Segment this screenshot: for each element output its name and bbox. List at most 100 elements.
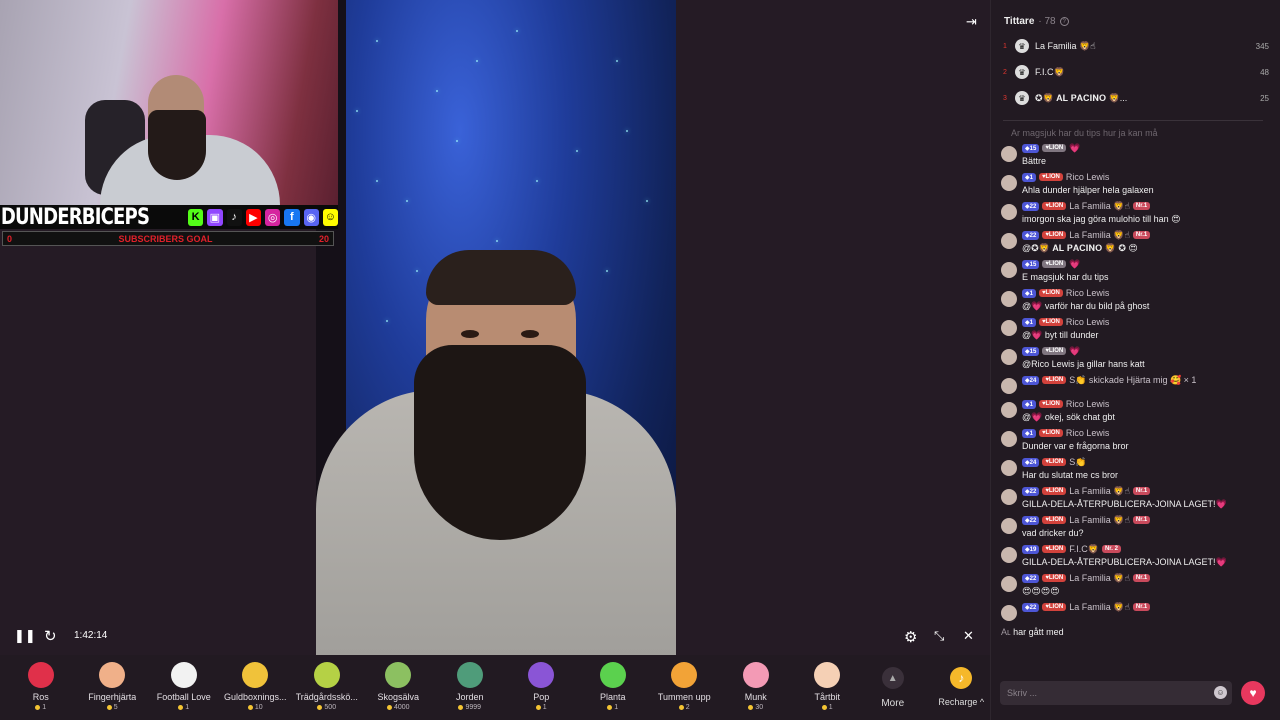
chat-messages: ◆15 ♥LION 💗 Bättre ◆1 ♥LION Rico Lewis Ahla dun… <box>991 142 1280 621</box>
chat-message[interactable]: ◆1 ♥LION Rico Lewis Ahla dunder hjälper hel… <box>991 171 1280 196</box>
gift-item[interactable]: Fingerhjärta 5 <box>77 659 149 720</box>
chat-message[interactable]: ◆22 ♥LION La Familia 🦁☝ Nr.1 vad dricker du? <box>991 514 1280 539</box>
chat-message[interactable]: ◆1 ♥LION Rico Lewis Dunder var e frågorna b… <box>991 427 1280 452</box>
chat-message[interactable]: ◆22 ♥LION La Familia 🦁☝ Nr.1 GILLA-DELA-ÅTER… <box>991 485 1280 510</box>
chat-message[interactable]: ◆15 ♥LION 💗 E magsjuk har du tips <box>991 258 1280 283</box>
streamer-figure <box>316 250 676 655</box>
gift-item[interactable]: Pop 1 <box>506 659 578 720</box>
top-viewer-row[interactable]: 2 ♛ F.I.C🦁 48 <box>1003 62 1269 82</box>
gift-item[interactable]: Tummen upp 2 <box>649 659 721 720</box>
minimize-icon[interactable]: ⤡ <box>934 628 944 644</box>
gift-name: Ros <box>32 692 49 702</box>
coin-icon <box>678 705 684 710</box>
gift-price: 1 <box>178 704 189 711</box>
gift-item[interactable]: Trädgårdsskö... 500 <box>291 659 363 720</box>
coin-icon <box>247 705 253 710</box>
emoji-icon[interactable]: ☺ <box>1214 686 1227 699</box>
avatar: ♛ <box>1015 65 1029 79</box>
message-body: ◆19 ♥LION F.I.C🦁 Nr. 2 GILLA-DELA-ÅTERPUBLIC… <box>1022 543 1227 568</box>
chat-message[interactable]: ◆1 ♥LION Rico Lewis @💗 byt till dunder <box>991 316 1280 341</box>
streamer-hair <box>426 250 576 305</box>
message-text: GILLA-DELA-ÅTERPUBLICERA-JOINA LAGET!💗 <box>1022 499 1227 509</box>
message-meta: ◆1 ♥LION Rico Lewis <box>1022 398 1115 410</box>
chat-message[interactable]: ◆19 ♥LION F.I.C🦁 Nr. 2 GILLA-DELA-ÅTERPUBLIC… <box>991 543 1280 568</box>
twitch-icon: ▣ <box>207 208 223 226</box>
chat-message[interactable]: ◆22 ♥LION La Familia 🦁☝ Nr.1 @✪🦁 𝐀𝐋 𝐏𝐀𝐂𝐈𝐍𝐎 🦁… <box>991 229 1280 254</box>
coin-icon <box>535 705 541 710</box>
message-body: ◆1 ♥LION Rico Lewis Ahla dunder hjälper hel… <box>1022 171 1154 196</box>
chat-username: La Familia 🦁☝ <box>1069 572 1130 583</box>
avatar <box>1001 378 1017 394</box>
recharge-button[interactable]: ♪ Recharge ^ <box>932 659 990 720</box>
gift-price: 5 <box>106 704 118 711</box>
gift-price-value: 5 <box>113 704 118 711</box>
settings-icon[interactable]: ⚙ <box>904 628 917 646</box>
chat-message[interactable]: ◆15 ♥LION 💗 Bättre <box>991 142 1280 167</box>
rank-number: 3 <box>1003 94 1007 102</box>
message-body: ◆15 ♥LION 💗 E magsjuk har du tips <box>1022 258 1109 283</box>
top-viewer-row[interactable]: 1 ♛ La Familia 🦁☝ 345 <box>1003 36 1269 56</box>
message-meta: ◆19 ♥LION F.I.C🦁 Nr. 2 <box>1022 543 1227 555</box>
chat-message[interactable]: ◆24 ♥LION S👏 Har du slutat me cs bror <box>991 456 1280 481</box>
earth-icon <box>456 662 483 688</box>
chat-message[interactable]: ◆22 ♥LION La Familia 🦁☝ Nr.1 😍😍😍😍 <box>991 572 1280 597</box>
chat-username: S👏 skickade Hjärta mig 🥰 × 1 <box>1069 374 1197 385</box>
gift-list: Ros 1 Fingerhjärta 5 Football Love 1 Guldboxni… <box>5 659 863 720</box>
coin-icon <box>178 705 184 710</box>
more-gifts-button[interactable]: ▲ More <box>863 659 922 720</box>
gift-item[interactable]: Planta 1 <box>577 659 649 720</box>
message-body: ◆22 ♥LION La Familia 🦁☝ Nr.1 @✪🦁 𝐀𝐋 𝐏𝐀𝐂𝐈𝐍𝐎 🦁… <box>1022 229 1151 254</box>
top-viewer-row[interactable]: 3 ♛ ✪🦁 𝐀𝐋 𝐏𝐀𝐂𝐈𝐍𝐎 🦁... 25 <box>1003 88 1269 108</box>
chat-username: S👏 <box>1069 456 1087 467</box>
message-body: ◆22 ♥LION La Familia 🦁☝ Nr.1 <box>1022 601 1151 621</box>
chat-message[interactable]: ◆1 ♥LION Rico Lewis @💗 okej, sök chat gbt <box>991 398 1280 423</box>
gift-item[interactable]: Ros 1 <box>5 659 77 720</box>
gift-item[interactable]: Skogsälva 4000 <box>363 659 435 720</box>
coin-icon <box>748 705 754 710</box>
gift-item[interactable]: Jorden 9999 <box>434 659 506 720</box>
level-badge: ◆22 <box>1022 486 1040 496</box>
goal-current: 0 <box>7 233 13 244</box>
coin-icon <box>317 705 323 710</box>
star-dot <box>626 130 628 132</box>
level-badge: ◆22 <box>1022 602 1040 612</box>
coin-icon <box>386 705 392 710</box>
gift-price-value: 1 <box>828 704 833 711</box>
refresh-icon[interactable]: ↻ <box>44 627 57 645</box>
fan-badge: ♥LION <box>1042 545 1067 553</box>
collapse-panel-icon[interactable]: ⇥ <box>966 14 977 30</box>
gift-item[interactable]: Guldboxnings... 10 <box>220 659 292 720</box>
stream-area[interactable]: DUNDERBICEPS K ▣ ♪ ▶ ◎ f ◉ ☺ 0 SUBSCRIBE… <box>0 0 990 655</box>
chat-message[interactable]: ◆22 ♥LION La Familia 🦁☝ Nr.1 imorgon ska jag… <box>991 200 1280 225</box>
chat-message[interactable]: ◆1 ♥LION Rico Lewis @💗 varför har du bild p… <box>991 287 1280 312</box>
chat-input[interactable]: Skriv ... <box>1000 681 1232 705</box>
gift-item[interactable]: Tårtbit 1 <box>792 659 864 720</box>
star-dot <box>356 110 358 112</box>
rank-number: 1 <box>1003 42 1007 50</box>
level-badge: ◆1 <box>1022 428 1036 438</box>
star-dot <box>646 200 648 202</box>
fan-badge: ♥LION <box>1042 487 1067 495</box>
pause-button[interactable]: ❚❚ <box>14 628 36 644</box>
chat-message[interactable]: ◆22 ♥LION La Familia 🦁☝ Nr.1 <box>991 601 1280 621</box>
message-meta: ◆1 ♥LION Rico Lewis <box>1022 316 1109 328</box>
rank-badge: Nr.1 <box>1132 231 1151 239</box>
chat-message[interactable]: ◆24 ♥LION S👏 skickade Hjärta mig 🥰 × 1 <box>991 374 1280 394</box>
chat-feed[interactable]: Ar magsjuk har du tips hur ja kan må ◆15… <box>991 128 1280 673</box>
chat-username: Rico Lewis <box>1065 288 1110 298</box>
gift-item[interactable]: Munk 30 <box>720 659 792 720</box>
rank-badge: Nr. 2 <box>1101 545 1121 553</box>
join-notice: Aʟ har gått med <box>991 625 1280 638</box>
gift-item[interactable]: Football Love 1 <box>148 659 220 720</box>
avatar <box>1001 291 1017 307</box>
gift-name: Skogsälva <box>377 692 420 702</box>
streamer-beard <box>414 345 586 540</box>
mute-icon[interactable]: ✕ <box>963 628 974 644</box>
info-icon[interactable]: ? <box>1059 17 1069 26</box>
video-frame[interactable] <box>316 0 676 655</box>
message-body: ◆15 ♥LION 💗 @Rico Lewis ja gillar hans katt <box>1022 345 1145 370</box>
gold-glove-icon <box>242 662 269 688</box>
chat-message[interactable]: ◆15 ♥LION 💗 @Rico Lewis ja gillar hans katt <box>991 345 1280 370</box>
coin-icon <box>458 705 464 710</box>
heart-icon[interactable]: ♥ <box>1241 681 1265 705</box>
